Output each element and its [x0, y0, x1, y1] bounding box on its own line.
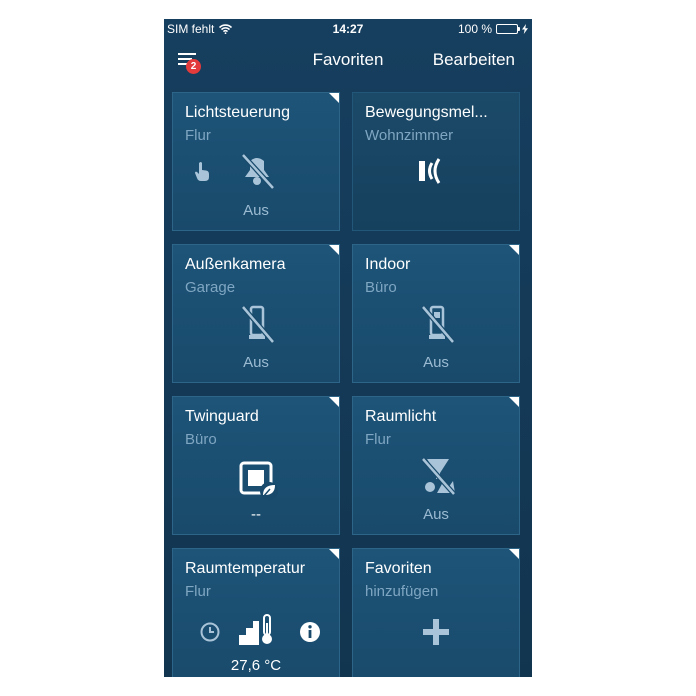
tile-subtitle: Flur	[185, 127, 211, 144]
tile-indoor[interactable]: Indoor Büro Aus	[352, 244, 520, 383]
tile-status: Aus	[243, 354, 269, 371]
charging-icon	[522, 24, 528, 34]
tile-corner	[328, 397, 339, 408]
tile-status: Aus	[423, 506, 449, 523]
tile-status: 27,6 °C	[230, 657, 282, 674]
indoor-camera-off-icon	[417, 303, 457, 345]
tile-title: Favoriten	[365, 560, 432, 577]
tile-corner	[328, 93, 339, 104]
phone-screen: SIM fehlt 14:27 100 % 2 Favoriten Bearbe…	[164, 19, 532, 677]
tile-corner	[328, 549, 339, 560]
thermostat-icon	[237, 613, 277, 649]
tile-aussenkamera[interactable]: Außenkamera Garage Aus	[172, 244, 340, 383]
room-light-off-icon	[417, 455, 459, 497]
tile-title: Bewegungsmel...	[365, 104, 488, 121]
tile-title: Indoor	[365, 256, 411, 273]
tile-raumtemperatur[interactable]: Raumtemperatur Flur 27,6 °C	[172, 548, 340, 677]
camera-off-icon	[237, 303, 277, 345]
tile-title: Außenkamera	[185, 256, 286, 273]
plus-icon	[422, 618, 450, 646]
tile-subtitle: Flur	[185, 583, 211, 600]
tile-status: Aus	[423, 354, 449, 371]
status-right: 100 %	[458, 22, 528, 36]
tile-title: Raumlicht	[365, 408, 437, 425]
tile-title: Twinguard	[185, 408, 259, 425]
tile-raumlicht[interactable]: Raumlicht Flur Aus	[352, 396, 520, 535]
tile-title: Raumtemperatur	[185, 560, 306, 577]
twinguard-icon	[239, 461, 279, 501]
tile-corner	[508, 397, 519, 408]
battery-icon	[496, 24, 520, 34]
battery-percent: 100 %	[457, 22, 492, 36]
tile-corner	[508, 549, 519, 560]
info-icon[interactable]	[299, 621, 321, 643]
tile-subtitle: Büro	[185, 431, 217, 448]
tile-corner	[328, 245, 339, 256]
tile-subtitle: Wohnzimmer	[365, 127, 454, 144]
nav-bar: 2 Favoriten Bearbeiten	[164, 41, 532, 81]
tile-title: Lichtsteuerung	[185, 104, 290, 121]
tile-subtitle: Flur	[365, 431, 391, 448]
tile-subtitle: Garage	[185, 279, 236, 296]
tile-status: Aus	[243, 202, 269, 219]
tile-corner	[508, 245, 519, 256]
tile-status: --	[251, 506, 261, 523]
edit-button[interactable]: Bearbeiten	[433, 50, 515, 70]
clock-icon[interactable]	[199, 621, 221, 643]
motion-sensor-icon	[417, 153, 457, 189]
tile-subtitle: hinzufügen	[365, 583, 439, 600]
tile-twinguard[interactable]: Twinguard Büro --	[172, 396, 340, 535]
status-bar: SIM fehlt 14:27 100 %	[164, 19, 532, 39]
tile-lichtsteuerung[interactable]: Lichtsteuerung Flur Aus	[172, 92, 340, 231]
hand-icon	[193, 161, 213, 183]
light-off-icon	[237, 151, 277, 191]
tile-subtitle: Büro	[365, 279, 397, 296]
tile-add-favorite[interactable]: Favoriten hinzufügen	[352, 548, 520, 677]
tile-bewegungsmelder[interactable]: Bewegungsmel... Wohnzimmer	[352, 92, 520, 231]
